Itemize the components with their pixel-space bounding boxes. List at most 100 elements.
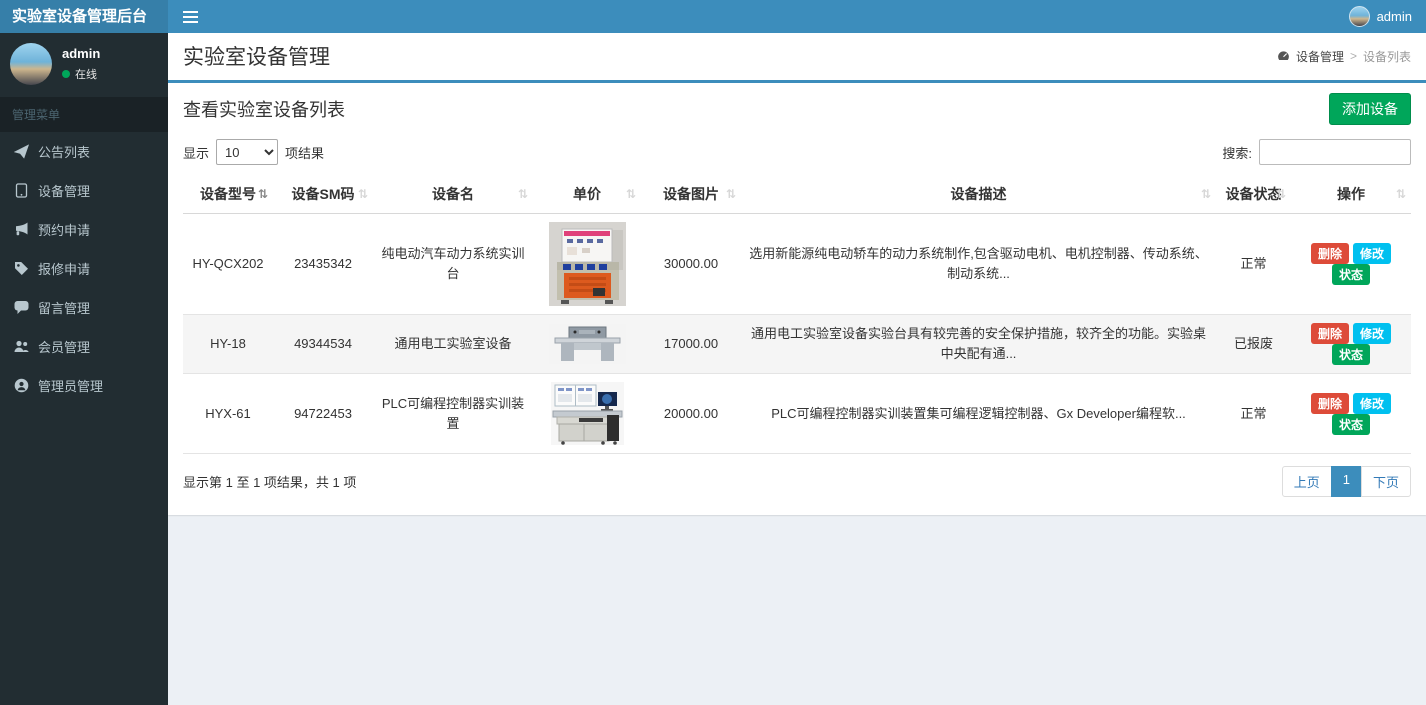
brand-title[interactable]: 实验室设备管理后台 bbox=[0, 0, 168, 33]
sidebar-item-reservations[interactable]: 预约申请 bbox=[0, 210, 168, 249]
cell-image bbox=[533, 374, 641, 454]
sidebar-item-label: 会员管理 bbox=[38, 337, 90, 356]
equipment-photo bbox=[551, 382, 624, 445]
cell-price: 20000.00 bbox=[641, 374, 741, 454]
paper-plane-icon bbox=[14, 144, 29, 159]
header-description[interactable]: 设备描述⇅ bbox=[741, 175, 1216, 214]
header-status[interactable]: 设备状态⇅ bbox=[1216, 175, 1291, 214]
box-header: 查看实验室设备列表 添加设备 bbox=[168, 83, 1426, 131]
users-icon bbox=[14, 339, 29, 354]
navbar-username: admin bbox=[1377, 9, 1412, 24]
sort-icon: ⇅ bbox=[518, 187, 528, 201]
sidebar-item-label: 留言管理 bbox=[38, 298, 90, 317]
table-row: HY-QCX202 23435342 纯电动汽车动力系统实训台 bbox=[183, 214, 1411, 315]
equipment-table: 设备型号⇅ 设备SM码⇅ 设备名⇅ 单价⇅ 设备图片⇅ 设备描述⇅ 设备状态⇅ … bbox=[183, 175, 1411, 454]
pagination-page-1[interactable]: 1 bbox=[1331, 466, 1362, 497]
cell-name: PLC可编程控制器实训装置 bbox=[373, 374, 533, 454]
main-content: 实验室设备管理 设备管理 > 设备列表 查看实验室设备列表 添加设备 显示 10… bbox=[168, 33, 1426, 705]
page-size-select[interactable]: 10 bbox=[216, 139, 278, 165]
cell-price: 17000.00 bbox=[641, 315, 741, 374]
cell-image bbox=[533, 315, 641, 374]
table-footer: 显示第 1 至 1 项结果，共 1 项 上页 1 下页 bbox=[168, 454, 1426, 507]
sidebar-item-label: 管理员管理 bbox=[38, 376, 103, 395]
online-status-label: 在线 bbox=[75, 66, 97, 82]
box-title: 查看实验室设备列表 bbox=[183, 96, 345, 122]
header-actions[interactable]: 操作⇅ bbox=[1291, 175, 1411, 214]
cell-sm-code: 49344534 bbox=[273, 315, 373, 374]
sidebar-item-messages[interactable]: 留言管理 bbox=[0, 288, 168, 327]
header-sm-code[interactable]: 设备SM码⇅ bbox=[273, 175, 373, 214]
pagination: 上页 1 下页 bbox=[1282, 466, 1411, 497]
header-image[interactable]: 设备图片⇅ bbox=[641, 175, 741, 214]
state-button[interactable]: 状态 bbox=[1332, 414, 1370, 435]
sort-icon: ⇅ bbox=[1396, 187, 1406, 201]
cell-status: 已报废 bbox=[1216, 315, 1291, 374]
cell-actions: 删除修改状态 bbox=[1291, 315, 1411, 374]
cell-name: 通用电工实验室设备 bbox=[373, 315, 533, 374]
edit-button[interactable]: 修改 bbox=[1353, 323, 1391, 344]
cell-description: PLC可编程控制器实训装置集可编程逻辑控制器、Gx Developer编程软..… bbox=[741, 374, 1216, 454]
cell-description: 选用新能源纯电动轿车的动力系统制作,包含驱动电机、电机控制器、传动系统、制动系统… bbox=[741, 214, 1216, 315]
sidebar-user-panel: admin 在线 bbox=[0, 33, 168, 97]
delete-button[interactable]: 删除 bbox=[1311, 243, 1349, 264]
hamburger-icon[interactable] bbox=[168, 0, 213, 33]
delete-button[interactable]: 删除 bbox=[1311, 393, 1349, 414]
sidebar: admin 在线 管理菜单 公告列表 设备管理 预约申请 报修申请 留言管理 会… bbox=[0, 33, 168, 705]
navbar-right: admin bbox=[168, 0, 1426, 33]
table-controls: 显示 10 项结果 搜索: bbox=[168, 131, 1426, 175]
search-label: 搜索: bbox=[1222, 143, 1252, 162]
search-input[interactable] bbox=[1259, 139, 1411, 165]
sidebar-item-label: 报修申请 bbox=[38, 259, 90, 278]
page-title: 实验室设备管理 bbox=[183, 41, 330, 71]
length-label-prefix: 显示 bbox=[183, 143, 209, 162]
header-name[interactable]: 设备名⇅ bbox=[373, 175, 533, 214]
cell-model: HY-18 bbox=[183, 315, 273, 374]
tablet-icon bbox=[14, 183, 29, 198]
cell-status: 正常 bbox=[1216, 374, 1291, 454]
equipment-photo bbox=[549, 324, 626, 364]
table-row: HYX-61 94722453 PLC可编程控制器实训装置 bbox=[183, 374, 1411, 454]
cell-name: 纯电动汽车动力系统实训台 bbox=[373, 214, 533, 315]
sort-icon: ⇅ bbox=[258, 187, 268, 201]
sort-icon: ⇅ bbox=[358, 187, 368, 201]
equipment-list-box: 查看实验室设备列表 添加设备 显示 10 项结果 搜索: bbox=[168, 80, 1426, 515]
header-price[interactable]: 单价⇅ bbox=[533, 175, 641, 214]
equipment-photo bbox=[549, 222, 626, 306]
user-avatar bbox=[10, 43, 52, 85]
results-info: 显示第 1 至 1 项结果，共 1 项 bbox=[183, 472, 356, 491]
table-row: HY-18 49344534 通用电工实验室设备 bbox=[183, 315, 1411, 374]
sidebar-item-equipment[interactable]: 设备管理 bbox=[0, 171, 168, 210]
navbar-user[interactable]: admin bbox=[1349, 6, 1426, 27]
sort-icon: ⇅ bbox=[726, 187, 736, 201]
sidebar-item-label: 预约申请 bbox=[38, 220, 90, 239]
sidebar-item-members[interactable]: 会员管理 bbox=[0, 327, 168, 366]
sort-icon: ⇅ bbox=[1276, 187, 1286, 201]
sidebar-item-label: 公告列表 bbox=[38, 142, 90, 161]
pagination-prev[interactable]: 上页 bbox=[1282, 466, 1332, 497]
pagination-next[interactable]: 下页 bbox=[1361, 466, 1411, 497]
cell-actions: 删除修改状态 bbox=[1291, 214, 1411, 315]
table-header-row: 设备型号⇅ 设备SM码⇅ 设备名⇅ 单价⇅ 设备图片⇅ 设备描述⇅ 设备状态⇅ … bbox=[183, 175, 1411, 214]
breadcrumb-separator: > bbox=[1350, 49, 1357, 63]
edit-button[interactable]: 修改 bbox=[1353, 393, 1391, 414]
sort-icon: ⇅ bbox=[1201, 187, 1211, 201]
header-model[interactable]: 设备型号⇅ bbox=[183, 175, 273, 214]
cell-price: 30000.00 bbox=[641, 214, 741, 315]
add-equipment-button[interactable]: 添加设备 bbox=[1329, 93, 1411, 125]
state-button[interactable]: 状态 bbox=[1332, 264, 1370, 285]
sidebar-item-admins[interactable]: 管理员管理 bbox=[0, 366, 168, 405]
user-circle-icon bbox=[14, 378, 29, 393]
tag-icon bbox=[14, 261, 29, 276]
breadcrumb-section[interactable]: 设备管理 bbox=[1296, 48, 1344, 65]
edit-button[interactable]: 修改 bbox=[1353, 243, 1391, 264]
delete-button[interactable]: 删除 bbox=[1311, 323, 1349, 344]
breadcrumb-current: 设备列表 bbox=[1363, 48, 1411, 65]
content-header: 实验室设备管理 设备管理 > 设备列表 bbox=[168, 33, 1426, 80]
sidebar-item-announcements[interactable]: 公告列表 bbox=[0, 132, 168, 171]
cell-status: 正常 bbox=[1216, 214, 1291, 315]
online-status-icon bbox=[62, 70, 70, 78]
cell-model: HYX-61 bbox=[183, 374, 273, 454]
state-button[interactable]: 状态 bbox=[1332, 344, 1370, 365]
sidebar-item-repairs[interactable]: 报修申请 bbox=[0, 249, 168, 288]
cell-image bbox=[533, 214, 641, 315]
